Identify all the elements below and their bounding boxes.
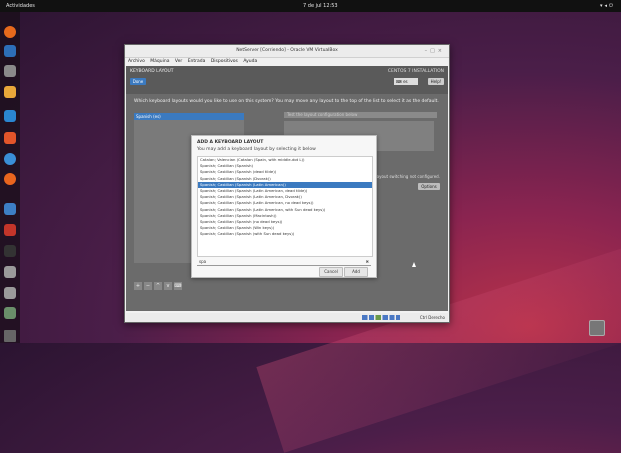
layout-search-field[interactable]: spa ✖ — [197, 258, 371, 266]
installer-title: CENTOS 7 INSTALLATION — [387, 69, 444, 74]
maximize-icon[interactable]: □ — [430, 48, 438, 54]
layout-option[interactable]: Spanish; Castilian (Spanish (with Sun de… — [198, 231, 372, 237]
search-value: spa — [199, 259, 207, 264]
virtualbox-icon[interactable] — [4, 203, 16, 215]
remove-layout-button[interactable]: − — [144, 282, 152, 290]
usb-icon[interactable] — [4, 307, 16, 319]
done-button[interactable]: Done — [130, 78, 146, 85]
installer-header: KEYBOARD LAYOUT Done CENTOS 7 INSTALLATI… — [126, 66, 448, 94]
activities-button[interactable]: Actividades — [6, 0, 35, 12]
system-status-area[interactable]: ▾◂⏻ — [600, 0, 615, 12]
menu-bar: Archivo Máquina Ver Entrada Dispositivos… — [125, 58, 449, 66]
clear-search-icon[interactable]: ✖ — [366, 258, 369, 265]
top-bar: Actividades 7 de jul 12:53 ▾◂⏻ — [0, 0, 621, 12]
keyboard-icon: ⌨ — [396, 79, 402, 84]
add-layout-button[interactable]: + — [134, 282, 142, 290]
close-icon[interactable]: × — [438, 48, 445, 54]
menu-maquina[interactable]: Máquina — [150, 59, 169, 64]
page-title: KEYBOARD LAYOUT — [130, 69, 174, 74]
terminal-icon[interactable] — [4, 245, 16, 257]
virtualbox-window: NetServer [Corriendo] - Oracle VM Virtua… — [124, 44, 450, 323]
power-icon: ⏻ — [609, 3, 615, 9]
ubuntu-icon[interactable] — [4, 173, 16, 185]
writer-icon[interactable] — [4, 110, 16, 122]
software-icon[interactable] — [4, 132, 16, 144]
clock[interactable]: 7 de jul 12:53 — [303, 0, 338, 12]
thunderbird-icon[interactable] — [4, 45, 16, 57]
help-icon[interactable] — [4, 153, 16, 165]
window-title: NetServer [Corriendo] - Oracle VM Virtua… — [236, 48, 338, 53]
layout-options-list[interactable]: Catalan; Valencian (Catalan (Spain, with… — [197, 156, 373, 257]
keyboard-lang: es — [403, 79, 408, 84]
device-indicators[interactable] — [362, 315, 400, 320]
window-controls: –□× — [425, 45, 445, 57]
firefox-icon[interactable] — [4, 26, 16, 38]
menu-ayuda[interactable]: Ayuda — [243, 59, 257, 64]
layout-list-item[interactable]: Spanish (es) — [134, 113, 244, 120]
move-up-button[interactable]: ^ — [154, 282, 162, 290]
host-key-label: Ctrl Derecho — [419, 315, 445, 320]
menu-ver[interactable]: Ver — [175, 59, 182, 64]
add-button[interactable]: Add — [344, 267, 368, 277]
move-down-button[interactable]: v — [164, 282, 172, 290]
dialog-subtitle: You may add a keyboard layout by selecti… — [197, 147, 316, 152]
libreoffice-impress-icon[interactable] — [4, 224, 16, 236]
window-titlebar[interactable]: NetServer [Corriendo] - Oracle VM Virtua… — [125, 45, 449, 58]
layout-question: Which keyboard layouts would you like to… — [134, 99, 439, 104]
trash-icon[interactable] — [589, 320, 605, 336]
cancel-button[interactable]: Cancel — [319, 267, 343, 277]
add-layout-dialog: ADD A KEYBOARD LAYOUT You may add a keyb… — [191, 135, 377, 278]
menu-dispositivos[interactable]: Dispositivos — [211, 59, 238, 64]
rhythmbox-icon[interactable] — [4, 86, 16, 98]
dock — [0, 12, 20, 343]
layout-switch-note: Layout switching not configured. — [374, 174, 440, 179]
test-layout-input[interactable]: Test the layout configuration below — [284, 112, 437, 118]
guest-screen[interactable]: KEYBOARD LAYOUT Done CENTOS 7 INSTALLATI… — [126, 66, 448, 311]
files-2-icon[interactable] — [4, 266, 16, 278]
dialog-title: ADD A KEYBOARD LAYOUT — [197, 140, 264, 145]
apps-grid-icon[interactable] — [4, 330, 16, 342]
help-button[interactable]: Help! — [428, 78, 444, 85]
keyboard-indicator[interactable]: ⌨ es — [394, 78, 418, 85]
menu-entrada[interactable]: Entrada — [188, 59, 206, 64]
files-icon[interactable] — [4, 65, 16, 77]
mouse-cursor-icon — [412, 262, 416, 267]
preview-layout-button[interactable]: ⌨ — [174, 282, 182, 290]
menu-archivo[interactable]: Archivo — [128, 59, 145, 64]
options-button[interactable]: Options — [418, 183, 440, 190]
vm-status-bar: Ctrl Derecho — [126, 313, 448, 322]
disk-icon[interactable] — [4, 287, 16, 299]
layout-toolbar: + − ^ v ⌨ — [134, 272, 184, 290]
